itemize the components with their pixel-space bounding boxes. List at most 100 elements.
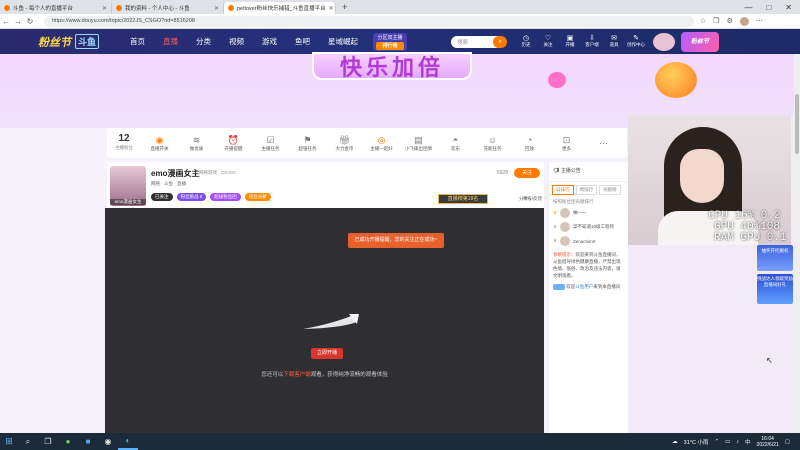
page-scrollbar[interactable] bbox=[794, 54, 800, 433]
anchor-category[interactable]: 网络游戏 · CS:GO bbox=[199, 170, 236, 176]
back-icon[interactable]: ← bbox=[0, 17, 12, 26]
rank-row[interactable]: ♛ Zenaction0 bbox=[549, 234, 628, 248]
close-tab-icon[interactable]: ✕ bbox=[214, 5, 219, 12]
badge[interactable]: 超级粉丝团 bbox=[210, 193, 241, 201]
toolbar-item[interactable]: ▤ 小飞碟出团情 bbox=[400, 135, 437, 152]
badge[interactable]: 已关注 bbox=[151, 193, 173, 201]
app-icon[interactable]: ● bbox=[58, 437, 78, 446]
tab-daily[interactable]: 日排行 bbox=[552, 185, 574, 195]
follow-button[interactable]: ♡ 关注 bbox=[537, 35, 559, 48]
notification-icon[interactable]: ▢ bbox=[785, 439, 790, 445]
ranking-promo[interactable]: 分区双主播 排行榜 bbox=[373, 32, 408, 51]
toolbar-item[interactable]: 🎁︎ 大力金币 bbox=[326, 135, 363, 152]
nav-live[interactable]: 直播 bbox=[154, 36, 187, 47]
scroll-thumb[interactable] bbox=[795, 94, 799, 154]
tab-contribution[interactable]: 贡献榜 bbox=[599, 185, 621, 195]
forward-icon[interactable]: → bbox=[12, 17, 24, 26]
client-button[interactable]: ⇩ 客户端 bbox=[581, 35, 603, 48]
user-avatar[interactable] bbox=[653, 32, 676, 51]
network-icon[interactable]: ▭ bbox=[725, 439, 730, 445]
maximize-button[interactable]: □ bbox=[766, 3, 771, 12]
tray-arrow-icon[interactable]: ⌃ bbox=[714, 439, 719, 445]
nav-video[interactable]: 视频 bbox=[220, 36, 253, 47]
props-button[interactable]: ✉ 道具 bbox=[603, 35, 625, 48]
broadcast-button[interactable]: ▣ 开播 bbox=[559, 35, 581, 48]
clock[interactable]: 16:04 2022/6/21 bbox=[757, 436, 779, 448]
ad-banner[interactable]: 挑战达人领取奖励 直播间好礼 bbox=[757, 274, 793, 304]
badge[interactable]: 粉丝挑战 8 bbox=[176, 193, 207, 201]
anchor-badges: 已关注 粉丝挑战 8 超级粉丝团 粉丝贡献 bbox=[151, 193, 271, 201]
app-icon[interactable]: ■ bbox=[78, 437, 98, 446]
weather-icon[interactable]: ☁ bbox=[672, 439, 678, 445]
toolbar-item[interactable]: ◔ 回放 bbox=[511, 135, 548, 152]
volume-icon[interactable]: ♪ bbox=[736, 439, 739, 445]
anchor-rank: 5928 bbox=[496, 170, 508, 176]
url-field[interactable]: https://www.douyu.com/topic/2022JS_CSGO?… bbox=[44, 15, 694, 27]
video-player[interactable]: 已成功开播提醒，您的关注正在成功~ 立即开播 您还可以下载客户端观看，获得纯净流… bbox=[105, 208, 544, 433]
profile-avatar[interactable] bbox=[739, 16, 749, 26]
nav-home[interactable]: 首页 bbox=[121, 36, 154, 47]
user-icon: ☺ bbox=[487, 134, 498, 145]
toolbar-item[interactable]: ⊡ 更多 bbox=[548, 135, 585, 152]
fan-festival-badge[interactable]: 粉丝节 bbox=[681, 31, 720, 52]
toolbar-item[interactable]: ⚑ 超强任务 bbox=[289, 135, 326, 152]
rank-row[interactable]: ♛ 菜不知道10级工程师 bbox=[549, 220, 628, 234]
badge[interactable]: 粉丝贡献 bbox=[244, 193, 271, 201]
rank-row[interactable]: ♛ 柚一一 bbox=[549, 206, 628, 220]
more-menu-icon[interactable]: ⋯ bbox=[756, 17, 763, 26]
minimize-button[interactable]: — bbox=[744, 3, 752, 12]
tab-label: 斗鱼 - 每个人的直播平台 bbox=[13, 6, 73, 12]
toolbar-item[interactable]: ◎ 主播一起好 bbox=[363, 135, 400, 152]
search-icon[interactable]: ⌕ bbox=[493, 35, 508, 48]
ad-banner[interactable]: 抽奖开挖掘机 bbox=[757, 245, 793, 271]
announcement-icon: 📢︎ bbox=[553, 168, 560, 174]
download-client-link[interactable]: 下载客户端 bbox=[283, 372, 311, 378]
toolbar-item[interactable]: ◓ 欢乐 bbox=[437, 135, 474, 152]
toolbar-item[interactable]: ◉ 直播开关 bbox=[141, 135, 178, 152]
weather-text[interactable]: 31°C 小雨 bbox=[684, 438, 709, 446]
gauge-icon: ◔ bbox=[526, 134, 533, 145]
nav-star[interactable]: 星域崛起 bbox=[319, 36, 367, 47]
toolbar-item[interactable]: ⏰ 开播提醒 bbox=[215, 135, 252, 152]
edge-browser-icon[interactable]: ◐ bbox=[118, 433, 138, 450]
windows-start-icon[interactable]: ⊞ bbox=[0, 436, 18, 447]
obs-icon[interactable]: ◉ bbox=[98, 437, 118, 446]
close-tab-icon[interactable]: ✕ bbox=[329, 5, 334, 12]
search-icon[interactable]: ⌕ bbox=[18, 437, 38, 447]
toolbar-item[interactable]: ⋯ bbox=[585, 138, 622, 149]
creator-button[interactable]: ✎ 创作中心 bbox=[625, 35, 647, 48]
system-notice: 系统提示：欢迎来到斗鱼直播间，斗鱼倡导绿色健康直播，严禁出现色情、低俗、政治及违… bbox=[553, 252, 621, 278]
browser-tab-active[interactable]: petlover粉丝快乐捕猎_斗鱼直播平台 ✕ bbox=[224, 2, 336, 14]
extensions-icon[interactable]: ⚙ bbox=[727, 17, 733, 26]
history-button[interactable]: ◷ 历史 bbox=[515, 35, 537, 48]
gift-icon: 🎁︎ bbox=[338, 134, 351, 145]
avatar bbox=[560, 208, 571, 218]
anchor-name[interactable]: emo漫画女主 bbox=[151, 168, 199, 179]
ime-icon[interactable]: 中 bbox=[745, 438, 751, 446]
open-broadcast-button[interactable]: 立即开播 bbox=[311, 348, 343, 359]
browser-tab[interactable]: 斗鱼 - 每个人的直播平台 ✕ bbox=[0, 2, 112, 14]
favorite-star-icon[interactable]: ☆ bbox=[700, 17, 706, 26]
follow-button[interactable]: 关注 bbox=[514, 168, 540, 178]
browser-tab[interactable]: 我的资料 - 个人中心 - 斗鱼 ✕ bbox=[112, 2, 224, 14]
toolbar-item[interactable]: ☑ 主播任务 bbox=[252, 135, 289, 152]
nav-yuba[interactable]: 鱼吧 bbox=[286, 36, 319, 47]
close-window-button[interactable]: ✕ bbox=[785, 3, 792, 12]
close-tab-icon[interactable]: ✕ bbox=[102, 5, 107, 12]
new-tab-button[interactable]: + bbox=[336, 2, 353, 12]
task-view-icon[interactable]: ❐ bbox=[38, 437, 58, 446]
tab-weekly[interactable]: 周排行 bbox=[575, 185, 597, 195]
refresh-icon[interactable]: ↻ bbox=[24, 17, 36, 26]
site-logo[interactable]: 粉丝节 斗鱼 bbox=[38, 34, 100, 50]
toolbar-item[interactable]: ≋ 做优质 bbox=[178, 135, 215, 152]
toolbar-item[interactable]: ☺ 充能任务 bbox=[474, 135, 511, 152]
anchor-avatar[interactable]: emo漫画女主 bbox=[110, 166, 146, 206]
collections-icon[interactable]: ❐ bbox=[713, 17, 719, 26]
report-button[interactable]: 举报/反馈 bbox=[523, 196, 542, 202]
webcam-overlay: CPU 16% 0.2 GPU 40%108 RAM GPU 0.1 bbox=[628, 115, 791, 245]
fan-count[interactable]: 12 主播粉丝 bbox=[107, 134, 141, 152]
nav-category[interactable]: 分类 bbox=[187, 36, 220, 47]
rank-button[interactable]: 直播榜第18名 bbox=[438, 194, 488, 204]
crown-icon: ♛ bbox=[553, 238, 558, 243]
nav-game[interactable]: 游戏 bbox=[253, 36, 286, 47]
